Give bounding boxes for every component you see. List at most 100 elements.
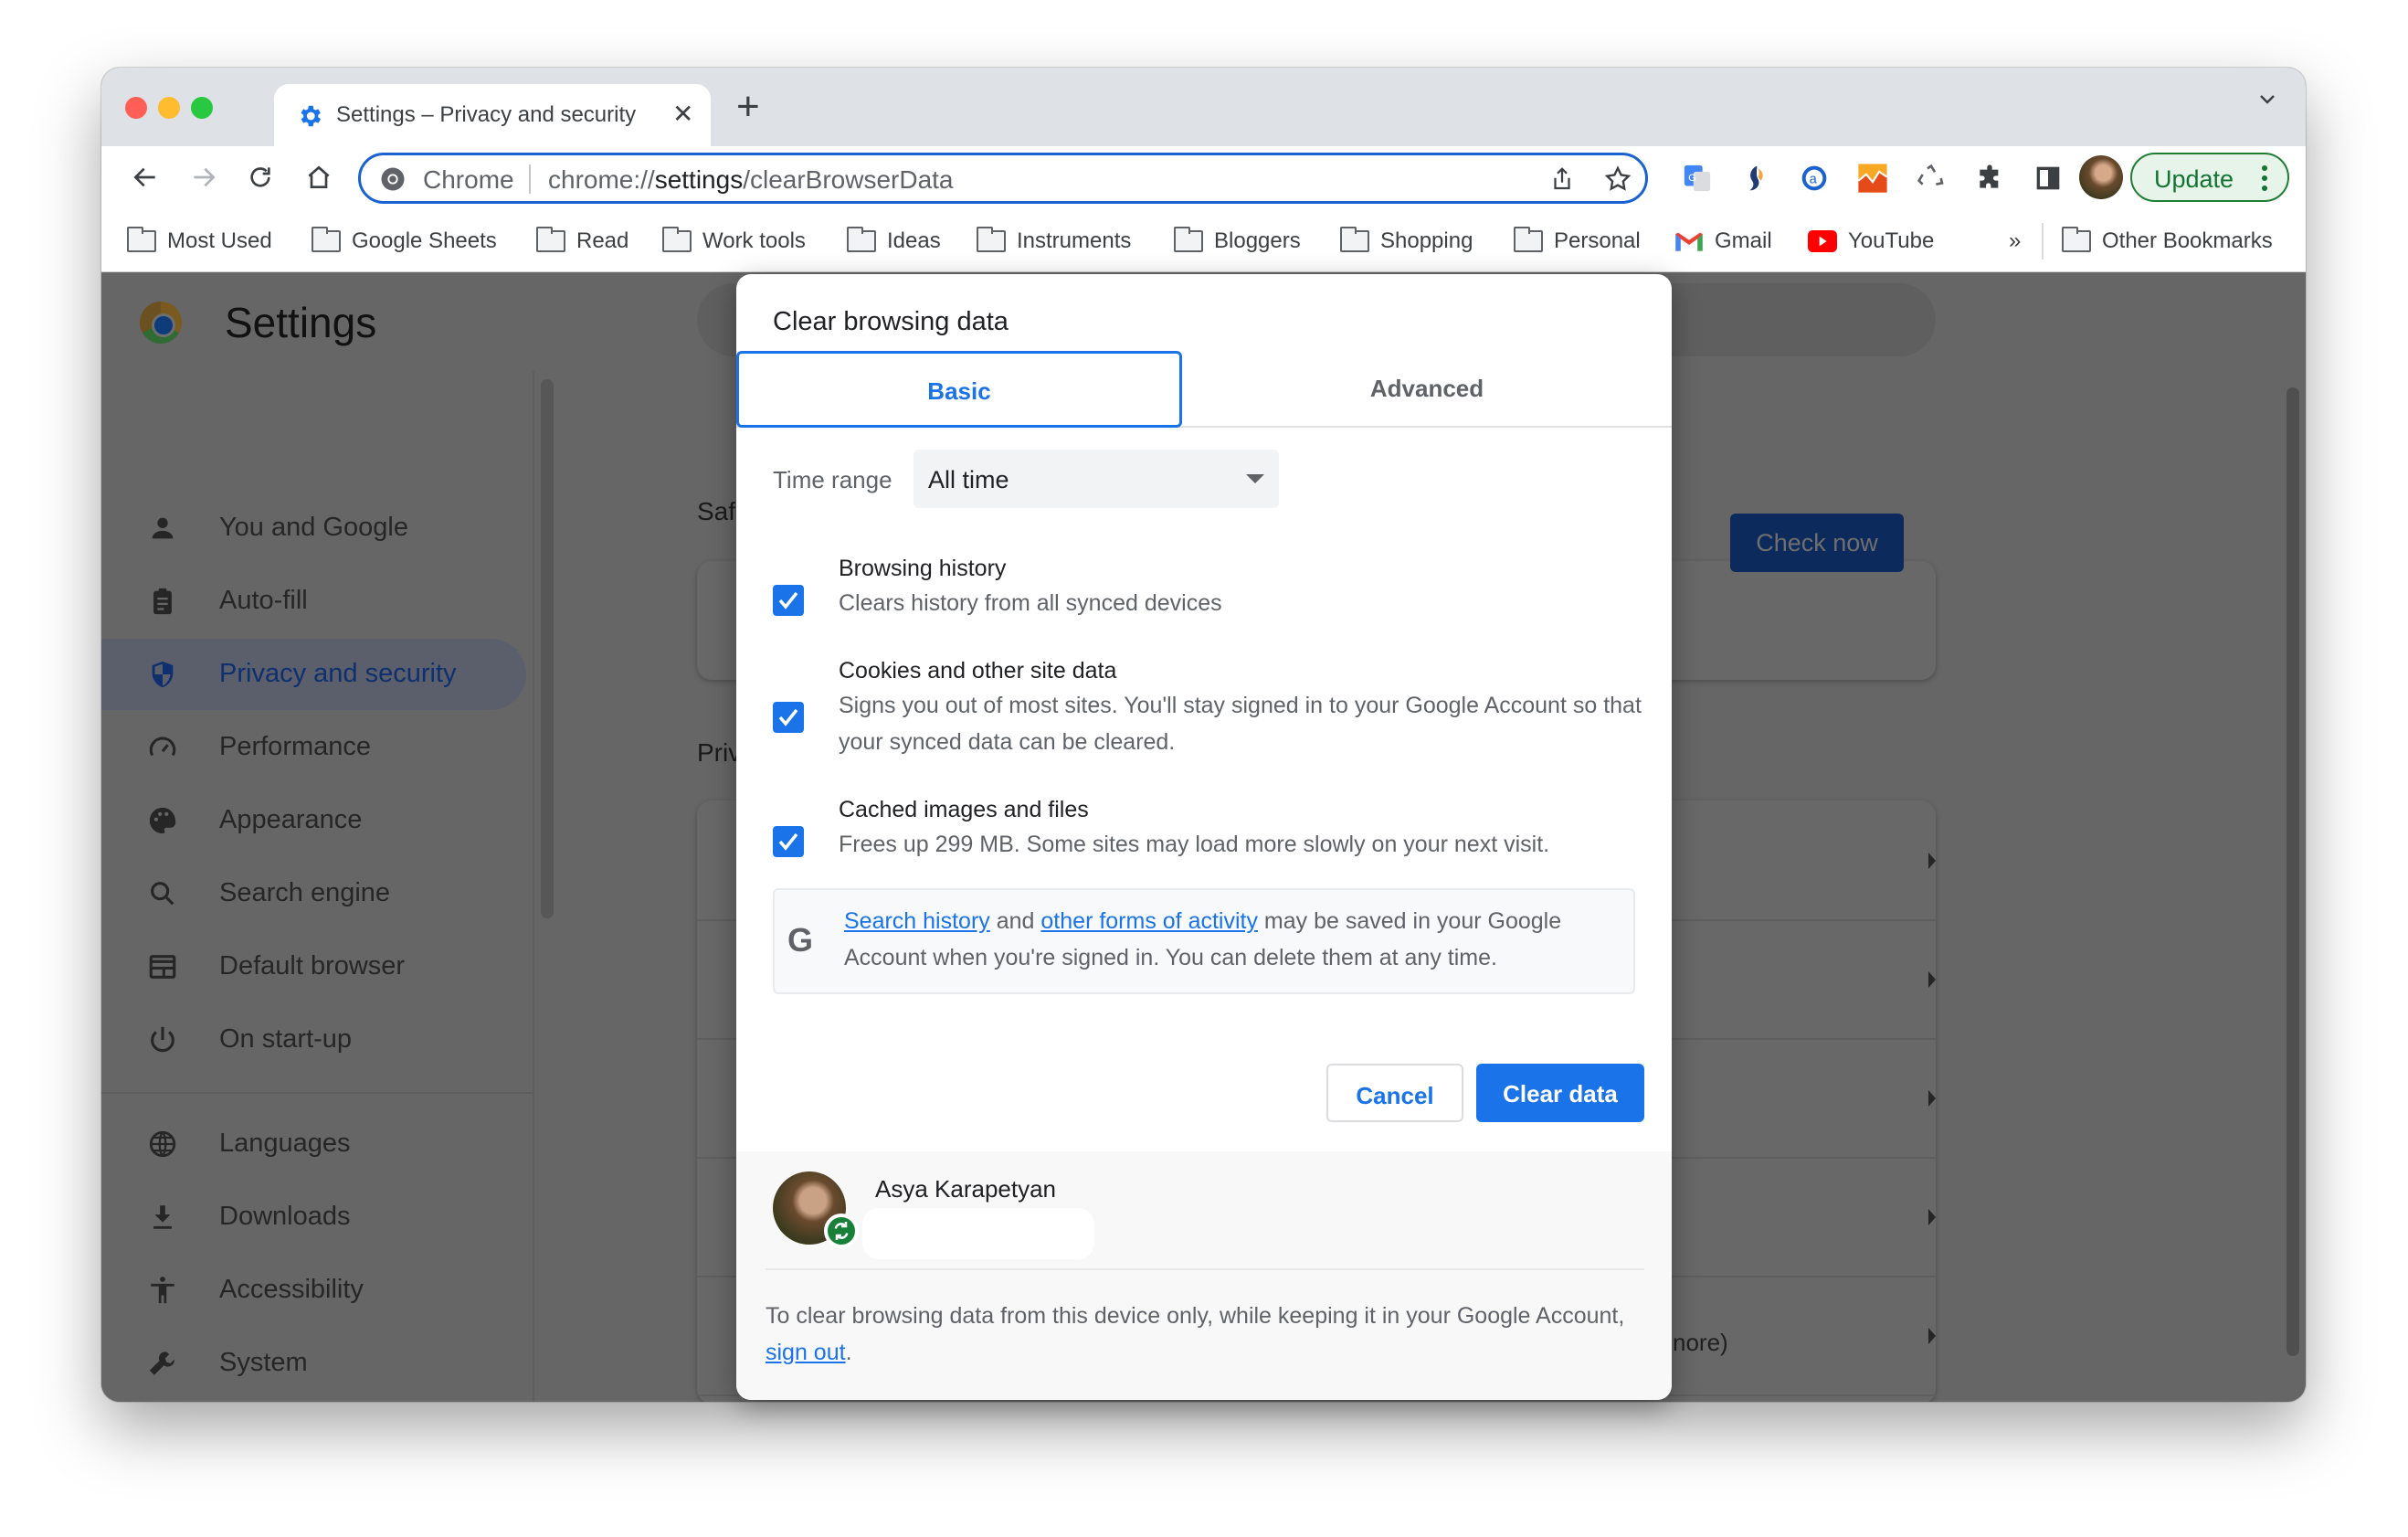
bookmark-instruments[interactable]: Instruments <box>977 227 1131 256</box>
row-arrow-icon[interactable] <box>1928 853 1936 869</box>
sidebar-item-on-start-up[interactable]: On start-up <box>101 1004 526 1076</box>
bookmark-star-icon[interactable] <box>1603 164 1632 194</box>
bookmark-gmail[interactable]: Gmail <box>1674 227 1772 256</box>
address-bar[interactable]: Chrome chrome://settings/clearBrowserDat… <box>358 153 1648 204</box>
row-arrow-icon[interactable] <box>1928 1328 1936 1344</box>
browsing-history-checkbox[interactable] <box>773 585 804 616</box>
omnibox-divider <box>529 164 531 194</box>
sidebar-item-auto-fill[interactable]: Auto-fill <box>101 566 526 637</box>
extension-s-icon[interactable] <box>1738 161 1773 196</box>
bookmark-label: YouTube <box>1848 228 1935 253</box>
content-scrollbar[interactable] <box>2287 387 2299 1356</box>
tab-settings[interactable]: Settings – Privacy and security ✕ <box>274 84 711 146</box>
sidebar-item-languages[interactable]: Languages <box>101 1108 526 1180</box>
check-now-label: Check now <box>1756 529 1878 556</box>
bookmark-personal[interactable]: Personal <box>1514 227 1641 256</box>
reload-button[interactable] <box>242 159 279 196</box>
url-text[interactable]: chrome://settings/clearBrowserData <box>548 165 954 195</box>
maximize-window-button[interactable] <box>191 97 213 119</box>
accessibility-icon <box>151 1277 174 1304</box>
footer-text-part: . <box>845 1340 852 1365</box>
notice-text-part: and <box>989 908 1041 934</box>
checkmark-icon <box>778 708 798 726</box>
folder-icon <box>2062 227 2091 252</box>
tab-strip: Settings – Privacy and security ✕ + <box>101 68 2306 146</box>
bookmark-work-tools[interactable]: Work tools <box>662 227 806 256</box>
url-scheme: chrome:// <box>548 165 655 194</box>
row-arrow-icon[interactable] <box>1928 1209 1936 1225</box>
folder-icon <box>1174 227 1203 252</box>
bookmark-ideas[interactable]: Ideas <box>847 227 941 256</box>
tab-close-icon[interactable]: ✕ <box>672 99 693 129</box>
sidebar-item-search-engine[interactable]: Search engine <box>101 858 526 929</box>
option-description: Signs you out of most sites. You'll stay… <box>839 693 1642 755</box>
clear-data-button[interactable]: Clear data <box>1476 1064 1644 1122</box>
sidebar-item-system[interactable]: System <box>101 1328 526 1399</box>
svg-text:G: G <box>1688 173 1696 184</box>
other-activity-link[interactable]: other forms of activity <box>1040 908 1258 934</box>
bookmark-most-used[interactable]: Most Used <box>127 227 272 256</box>
sidebar-item-appearance[interactable]: Appearance <box>101 785 526 856</box>
sidebar-item-privacy-and-security[interactable]: Privacy and security <box>101 639 526 710</box>
cached-images-checkbox[interactable] <box>773 826 804 857</box>
bookmark-google-sheets[interactable]: Google Sheets <box>312 227 497 256</box>
update-button[interactable]: Update <box>2130 153 2289 202</box>
analytics-extension-icon[interactable] <box>1855 161 1890 196</box>
tab-search-chevron-icon[interactable] <box>2256 88 2278 110</box>
close-window-button[interactable] <box>125 97 147 119</box>
bookmark-bloggers[interactable]: Bloggers <box>1174 227 1301 256</box>
sidebar-label: Performance <box>219 732 372 761</box>
tab-basic[interactable]: Basic <box>736 351 1182 428</box>
back-button[interactable] <box>127 159 164 196</box>
sidebar-item-default-browser[interactable]: Default browser <box>101 931 526 1002</box>
side-panel-icon[interactable] <box>2031 161 2065 196</box>
folder-icon <box>847 227 876 252</box>
google-translate-icon[interactable]: G <box>1680 161 1715 196</box>
sidebar-label: Appearance <box>219 805 363 834</box>
bookmark-label: Personal <box>1554 228 1641 253</box>
folder-icon <box>1340 227 1369 252</box>
bookmark-youtube[interactable]: YouTube <box>1808 227 1934 256</box>
sidebar-label: Downloads <box>219 1202 351 1231</box>
bookmark-shopping[interactable]: Shopping <box>1340 227 1473 256</box>
tab-advanced[interactable]: Advanced <box>1182 351 1672 428</box>
cookies-checkbox[interactable] <box>773 702 804 733</box>
more-menu-icon[interactable] <box>2262 165 2267 196</box>
sidebar-item-performance[interactable]: Performance <box>101 712 526 783</box>
minimize-window-button[interactable] <box>158 97 180 119</box>
forward-button[interactable] <box>185 159 222 196</box>
search-history-link[interactable]: Search history <box>844 908 990 934</box>
profile-avatar[interactable] <box>2079 155 2123 199</box>
row-arrow-icon[interactable] <box>1928 1090 1936 1107</box>
sidebar-item-you-and-google[interactable]: You and Google <box>101 493 526 564</box>
sidebar-label: Languages <box>219 1129 351 1158</box>
new-tab-button[interactable]: + <box>736 84 760 130</box>
sign-out-link[interactable]: sign out <box>766 1340 846 1365</box>
back-arrow-icon <box>133 167 155 187</box>
row-arrow-icon[interactable] <box>1928 971 1936 988</box>
extension-a-icon[interactable]: a <box>1797 161 1832 196</box>
sidebar-item-accessibility[interactable]: Accessibility <box>101 1255 526 1326</box>
check-now-button[interactable]: Check now <box>1730 514 1904 572</box>
youtube-icon <box>1808 230 1837 252</box>
bookmark-label: Instruments <box>1017 228 1132 253</box>
recycle-extension-icon[interactable] <box>1914 161 1949 196</box>
sidebar-scrollbar[interactable] <box>541 379 554 918</box>
home-button[interactable] <box>301 159 337 196</box>
time-range-select[interactable]: All time <box>914 450 1279 508</box>
gear-icon <box>301 105 321 127</box>
sidebar-item-downloads[interactable]: Downloads <box>101 1182 526 1253</box>
bookmark-other-bookmarks[interactable]: Other Bookmarks <box>2062 227 2273 256</box>
share-icon[interactable] <box>1548 164 1576 194</box>
bookmarks-overflow-button[interactable]: » <box>2009 227 2021 256</box>
chrome-site-icon <box>381 167 405 191</box>
row-partial-text: nore) <box>1673 1329 1728 1356</box>
footer-text: To clear browsing data from this device … <box>766 1298 1642 1371</box>
account-name: Asya Karapetyan <box>875 1175 1057 1203</box>
puzzle-extensions-icon[interactable] <box>1972 161 2007 196</box>
bookmark-label: Bloggers <box>1214 228 1301 253</box>
cancel-button[interactable]: Cancel <box>1326 1064 1463 1122</box>
bookmark-label: Other Bookmarks <box>2102 228 2273 253</box>
sidebar-item-reset-settings[interactable]: Reset settings <box>101 1401 526 1402</box>
bookmark-read[interactable]: Read <box>536 227 628 256</box>
